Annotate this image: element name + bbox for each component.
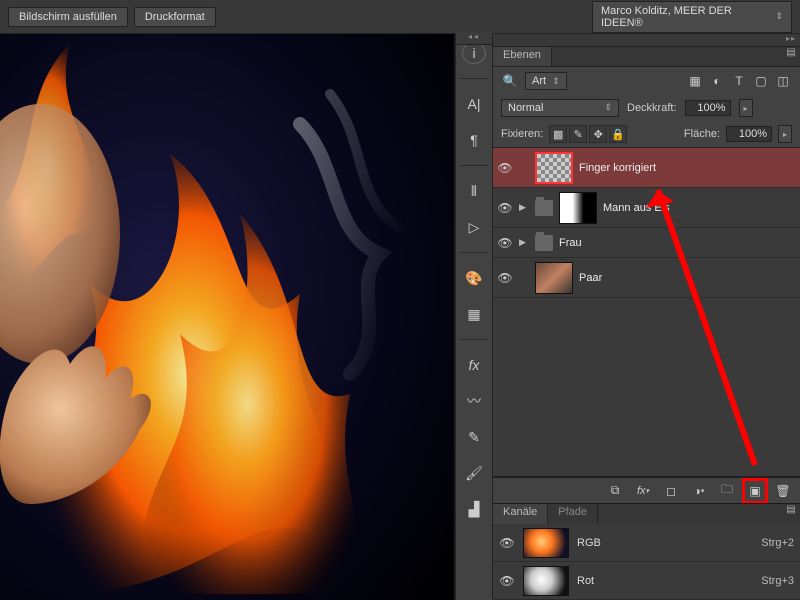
print-format-button[interactable]: Druckformat [134,7,216,27]
main-area: i A| ¶ ⫴ ▷ 🎨 ▦ fx 〰 ✎ 🖌 ▟ Ebenen ▤ 🔍 Art [0,34,800,600]
chevron-down-icon: ⇕ [604,102,612,114]
channel-name: Rot [577,575,594,587]
channel-name: RGB [577,537,601,549]
layer-row[interactable]: 👁 ▶ Mann aus Eis [493,188,800,228]
filter-smart-icon[interactable]: ◫ [774,72,792,90]
layer-name-label: Frau [559,237,582,249]
visibility-toggle-icon[interactable]: 👁 [497,201,513,215]
search-icon[interactable]: 🔍 [501,72,519,90]
brush-panel-icon[interactable]: 〰 [462,390,486,412]
clone-source-icon[interactable]: ▷ [462,216,486,238]
opacity-label: Deckkraft: [627,102,677,114]
fx-panel-icon[interactable]: fx [462,354,486,376]
fill-label: Fläche: [684,128,720,140]
workspace-dropdown[interactable]: Marco Kolditz, MEER DER IDEEN® ⇕ [592,1,792,33]
layer-row[interactable]: 👁 ▶ Frau [493,228,800,258]
new-adjustment-icon[interactable]: ◑▾ [690,482,708,500]
tool-presets-icon[interactable]: 🖌 [462,462,486,484]
fill-slider-toggle[interactable]: ▸ [778,125,792,143]
opacity-slider-toggle[interactable]: ▸ [739,99,753,117]
layer-blend-row: Normal ⇕ Deckkraft: 100% ▸ [493,95,800,121]
lock-label: Fixieren: [501,128,543,140]
layer-name-label: Paar [579,272,602,284]
panel-menu-icon[interactable]: ▤ [782,47,800,66]
layer-thumbnail[interactable] [535,262,573,294]
right-panel-column: Ebenen ▤ 🔍 Art ⇕ ▦ ◐ T ▢ ◫ [493,34,800,600]
chevron-down-icon: ⇕ [552,76,560,87]
folder-icon [535,200,553,216]
add-mask-icon[interactable]: ◻ [662,482,680,500]
layers-panel-body: 🔍 Art ⇕ ▦ ◐ T ▢ ◫ Normal ⇕ Deckk [493,67,800,503]
channel-shortcut: Strg+3 [761,575,794,587]
fill-value[interactable]: 100% [726,126,772,142]
options-bar: Bildschirm ausfüllen Druckformat Marco K… [0,0,800,34]
layer-row[interactable]: 👁 Finger korrigiert [493,148,800,188]
delete-layer-icon[interactable]: 🗑 [774,482,792,500]
visibility-toggle-icon[interactable]: 👁 [497,236,513,250]
lock-all-icon[interactable]: 🔒 [609,125,627,143]
opacity-value[interactable]: 100% [685,100,731,116]
channels-panel-tabs: Kanäle Pfade ▤ [493,504,800,524]
brush-settings-icon[interactable]: ✎ [462,426,486,448]
chevron-down-icon: ⇕ [775,11,783,22]
channel-row[interactable]: 👁 Rot Strg+3 [493,562,800,600]
lock-position-icon[interactable]: ✥ [589,125,607,143]
layer-filter-row: 🔍 Art ⇕ ▦ ◐ T ▢ ◫ [493,67,800,95]
layer-filter-dropdown[interactable]: Art ⇕ [525,72,567,90]
layers-panel-footer: ⧉ fx▾ ◻ ◑▾ 🗀 ▣ 🗑 [493,477,800,503]
brush-presets-icon[interactable]: ⫴ [462,180,486,202]
layer-fx-icon[interactable]: fx▾ [634,482,652,500]
layer-name-label: Mann aus Eis [603,202,670,214]
channel-shortcut: Strg+2 [761,537,794,549]
visibility-toggle-icon[interactable]: 👁 [499,536,515,550]
expand-group-icon[interactable]: ▶ [519,237,529,248]
channel-thumbnail [523,566,569,596]
new-group-icon[interactable]: 🗀 [718,482,736,500]
filter-adjust-icon[interactable]: ◐ [708,72,726,90]
layer-thumbnail[interactable] [535,152,573,184]
layers-panel-tabs: Ebenen ▤ [493,47,800,67]
document-canvas[interactable] [0,34,455,600]
panel-menu-icon[interactable]: ▤ [782,504,800,524]
blend-mode-dropdown[interactable]: Normal ⇕ [501,99,619,117]
paragraph-panel-icon[interactable]: ¶ [462,129,486,151]
collapsed-panels-strip: i A| ¶ ⫴ ▷ 🎨 ▦ fx 〰 ✎ 🖌 ▟ [455,34,493,600]
layer-row[interactable]: 👁 Paar [493,258,800,298]
visibility-toggle-icon[interactable]: 👁 [497,161,513,175]
layer-name-label: Finger korrigiert [579,162,656,174]
layer-mask-thumbnail[interactable] [559,192,597,224]
folder-icon [535,235,553,251]
styles-panel-icon[interactable]: ▦ [462,303,486,325]
tab-layers[interactable]: Ebenen [493,47,552,66]
layer-list: 👁 Finger korrigiert 👁 ▶ Mann aus Eis 👁 ▶ [493,147,800,477]
lock-pixels-icon[interactable]: ✎ [569,125,587,143]
fill-screen-button[interactable]: Bildschirm ausfüllen [8,7,128,27]
character-panel-icon[interactable]: A| [462,93,486,115]
channel-row[interactable]: 👁 RGB Strg+2 [493,524,800,562]
channel-list: 👁 RGB Strg+2 👁 Rot Strg+3 [493,524,800,600]
visibility-toggle-icon[interactable]: 👁 [499,574,515,588]
swatches-panel-icon[interactable]: 🎨 [462,267,486,289]
workspace-label: Marco Kolditz, MEER DER IDEEN® [601,5,775,29]
layer-lock-row: Fixieren: ▩ ✎ ✥ 🔒 Fläche: 100% ▸ [493,121,800,147]
channels-panel: Kanäle Pfade ▤ 👁 RGB Strg+2 👁 Rot Strg+3 [493,503,800,600]
filter-pixel-icon[interactable]: ▦ [686,72,704,90]
tab-channels[interactable]: Kanäle [493,504,548,524]
channel-thumbnail [523,528,569,558]
filter-type-icon[interactable]: T [730,72,748,90]
filter-shape-icon[interactable]: ▢ [752,72,770,90]
new-layer-icon[interactable]: ▣ [746,482,764,500]
expand-group-icon[interactable]: ▶ [519,202,529,213]
lock-transparency-icon[interactable]: ▩ [549,125,567,143]
link-layers-icon[interactable]: ⧉ [606,482,624,500]
info-icon[interactable]: i [462,42,486,64]
pattern-stamp-icon[interactable]: ▟ [462,498,486,520]
visibility-toggle-icon[interactable]: 👁 [497,271,513,285]
tab-paths[interactable]: Pfade [548,504,598,524]
